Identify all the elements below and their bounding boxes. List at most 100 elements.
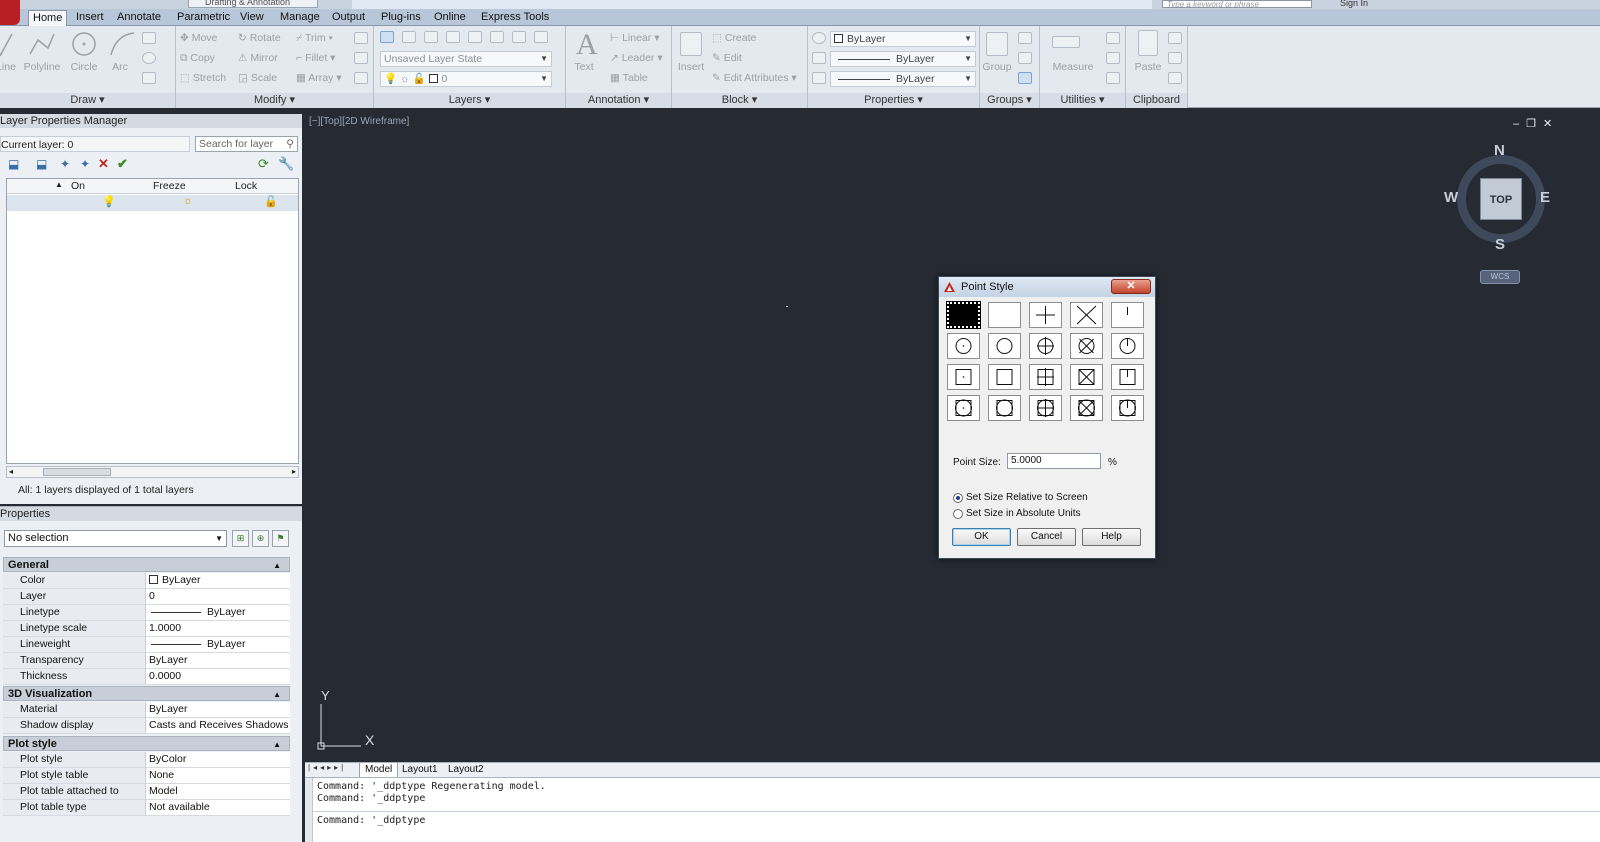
compass-west[interactable]: W [1444,189,1458,206]
utility-icon[interactable] [1106,32,1120,44]
tab-manage[interactable]: Manage [276,10,324,26]
cut-icon[interactable] [1168,32,1182,44]
point-style-circle-cross[interactable] [1070,333,1103,359]
point-style-circle-square-plus[interactable] [1029,395,1062,421]
tab-online[interactable]: Online [430,10,470,26]
layer-icon[interactable] [402,31,416,43]
utilities-panel-title[interactable]: Utilities ▾ [1040,93,1125,108]
hatch-icon[interactable] [142,72,156,84]
property-row[interactable]: Plot style ByColor [3,752,290,768]
point-style-plus[interactable] [1029,302,1062,328]
table-button[interactable]: ▦ Table [610,72,648,84]
scroll-left-icon[interactable]: ◂ [9,467,13,476]
ellipse-icon[interactable] [142,52,156,64]
property-row[interactable]: Color ByLayer [3,573,290,589]
draw-panel-title[interactable]: Draw ▾ [0,93,175,108]
point-style-circle[interactable] [988,333,1021,359]
column-lock[interactable]: Lock [235,180,257,192]
point-style-dot[interactable] [946,301,981,329]
layer-icon[interactable] [468,31,482,43]
selection-dropdown[interactable]: No selection ▼ [4,530,227,547]
toggle-pickadd-icon[interactable]: ⊞ [232,530,249,547]
ungroup-icon[interactable] [1018,32,1032,44]
scale-button[interactable]: ◲ Scale [238,72,277,84]
tab-layout1[interactable]: Layout1 [397,763,443,778]
property-row[interactable]: Plot table type Not available [3,800,290,816]
leader-button[interactable]: ↗ Leader ▾ [610,52,663,64]
tab-plug-ins[interactable]: Plug-ins [377,10,425,26]
sort-arrow-icon[interactable]: ▲ [55,180,63,189]
refresh-icon[interactable]: ⟳ [258,156,269,172]
property-row[interactable]: Linetype scale 1.0000 [3,621,290,637]
property-row[interactable]: Transparency ByLayer [3,653,290,669]
property-row[interactable]: Material ByLayer [3,702,290,718]
ok-button[interactable]: OK [952,528,1011,546]
properties-panel-title[interactable]: Properties ▾ [808,93,979,108]
measure-button[interactable]: Measure [1048,61,1098,73]
tab-output[interactable]: Output [328,10,369,26]
command-input[interactable]: Command: '_ddptype [317,815,425,826]
dialog-title-bar[interactable]: Point Style ✕ [939,277,1155,297]
linear-dimension-button[interactable]: ⊢ Linear ▾ [610,32,659,44]
mirror-button[interactable]: ⚠ Mirror [238,52,278,64]
point-style-circle-tick[interactable] [1111,333,1144,359]
tab-express-tools[interactable]: Express Tools [477,10,553,26]
compass-south[interactable]: S [1495,236,1505,253]
point-style-circle-square[interactable] [988,395,1021,421]
table-row[interactable]: 💡 ☼ 🔓 [7,195,298,211]
tab-insert[interactable]: Insert [72,10,108,26]
tab-home[interactable]: Home [28,10,68,26]
layer-icon[interactable] [512,31,526,43]
point-style-square-plus[interactable] [1029,364,1062,390]
viewcube[interactable]: TOP N S E W [1444,142,1552,253]
radio-absolute-label[interactable]: Set Size in Absolute Units [966,508,1081,519]
layer-icon[interactable] [534,31,548,43]
point-style-tick[interactable] [1111,302,1144,328]
text-button[interactable]: Text [562,61,606,73]
new-layer-icon[interactable]: ✦ [60,157,70,171]
compass-east[interactable]: E [1540,189,1550,206]
section-general[interactable]: General ▲ [3,557,290,572]
block-panel-title[interactable]: Block ▾ [672,93,807,108]
utility-icon[interactable] [1106,52,1120,64]
layer-icon[interactable] [490,31,504,43]
stretch-button[interactable]: ⬚ Stretch [180,72,226,84]
point-size-input[interactable]: 5.0000 [1007,453,1101,469]
lineweight-dropdown[interactable]: ByLayer ▼ [830,71,976,87]
groups-panel-title[interactable]: Groups ▾ [980,93,1039,108]
unlock-icon[interactable]: 🔓 [264,195,278,208]
copy-button[interactable]: ⧉ Copy [180,52,215,65]
point-style-none[interactable] [988,302,1021,328]
copy-base-icon[interactable] [1168,72,1182,84]
settings-wrench-icon[interactable]: 🔧 [278,156,294,172]
arc-button[interactable]: Arc [98,61,142,73]
layer-icon[interactable] [446,31,460,43]
paste-button[interactable]: Paste [1126,61,1170,73]
cancel-button[interactable]: Cancel [1017,528,1076,546]
move-button[interactable]: ✥ Move [180,32,217,44]
viewport-controls-label[interactable]: [−][Top][2D Wireframe] [309,116,409,127]
compass-north[interactable]: N [1494,142,1505,159]
radio-relative-label[interactable]: Set Size Relative to Screen [966,492,1088,503]
help-button[interactable]: Help [1082,528,1141,546]
offset-icon[interactable] [354,72,368,84]
point-style-circle-square-tick[interactable] [1111,395,1144,421]
create-block-button[interactable]: ⬚ Create [712,32,756,44]
layer-states-icon[interactable]: ⬓ [36,157,47,171]
workspace-selector[interactable]: Drafting & Annotation [188,0,318,8]
annotation-panel-title[interactable]: Annotation ▾ [566,93,671,108]
sun-icon[interactable]: ☼ [183,195,193,207]
new-property-filter-icon[interactable]: ⬓ [8,157,19,171]
help-search-input[interactable]: Type a keyword or phrase [1162,0,1312,8]
match-properties-icon[interactable] [812,32,826,44]
tab-annotate[interactable]: Annotate [113,10,165,26]
delete-layer-icon[interactable]: ✕ [98,156,109,172]
viewport-window-controls[interactable]: ‒❐✕ [1513,117,1559,130]
point-style-square-cross[interactable] [1070,364,1103,390]
tab-parametric[interactable]: Parametric [173,10,234,26]
property-row[interactable]: Plot table attached to Model [3,784,290,800]
lightbulb-icon[interactable]: 💡 [102,195,116,208]
copy-clip-icon[interactable] [1168,52,1182,64]
polyline-button[interactable]: Polyline [20,61,64,73]
section-plot-style[interactable]: Plot style ▲ [3,736,290,751]
